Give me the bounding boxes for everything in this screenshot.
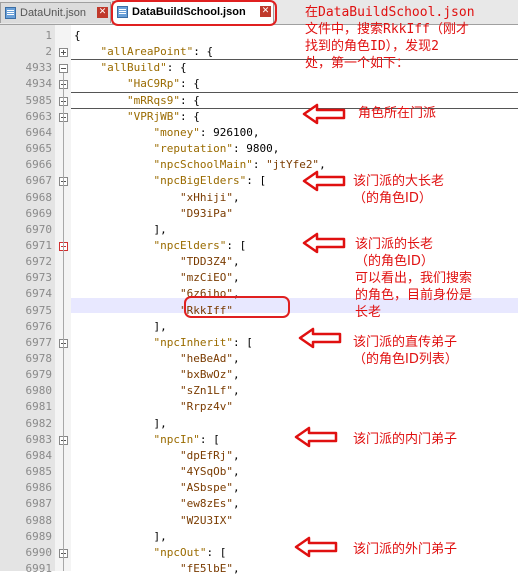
arrow-icon [298,327,342,349]
close-icon[interactable]: ✕ [97,7,108,18]
line-number: 6967 [25,174,53,187]
line-number: 1 [45,29,52,42]
line-number: 4934 [25,77,53,90]
line-number: 5985 [25,94,53,107]
fold-expand-icon[interactable] [59,48,68,57]
code-line: ], [74,223,167,236]
arrow-icon [302,103,346,125]
code-line: ], [74,320,167,333]
line-number: 6973 [25,271,53,284]
annotation-elders: 该门派的长老 （的角色ID） 可以看出，我们搜索 的角色，目前身份是 长老 [355,237,473,320]
line-number: 6975 [25,304,53,317]
tab-label: DataUnit.json [20,7,87,19]
code-line: "npcSchoolMain": "jtYfe2", [153,158,326,171]
line-number: 6989 [25,530,53,543]
line-number: 6969 [25,207,53,220]
line-number: 6980 [25,384,53,397]
line-number: 6963 [25,110,53,123]
line-number: 6990 [25,546,53,559]
code-line: "npcIn": [ [153,433,220,446]
code-line: "dpEfRj", [179,449,240,462]
line-number: 2 [45,45,52,58]
annotation-inherit: 该门派的直传弟子 （的角色ID列表） [353,335,458,367]
line-number: 6976 [25,320,53,333]
line-number: 6968 [25,191,53,204]
line-number: 6977 [25,336,53,349]
line-number: 6982 [25,417,53,430]
line-number: 6987 [25,497,53,510]
code-line: "mzCiEO", [179,271,240,284]
line-number: 6985 [25,465,53,478]
code-line: "Rrpz4v" [179,400,233,413]
code-line: "D93iPa" [179,207,233,220]
code-line: "npcElders": [ [153,239,247,252]
line-number: 6991 [25,562,53,575]
code-line: "npcOut": [ [153,546,227,559]
line-number: 6988 [25,514,53,527]
code-line: "fE5lbE", [179,562,240,575]
code-line: "TDD3Z4", [179,255,240,268]
tab-dataunit[interactable]: DataUnit.json ✕ [0,2,111,23]
code-line: "npcBigElders": [ [153,174,267,187]
code-line: "4YSqOb", [179,465,240,478]
code-line: "xHhiji", [179,191,240,204]
code-line: "mRRqs9": { [126,94,200,107]
code-line: "W2U3IX" [179,514,233,527]
arrow-icon [294,426,338,448]
code-line: "npcInherit": [ [153,336,253,349]
line-number: 6984 [25,449,53,462]
annotation-school: 角色所在门派 [358,106,437,121]
file-icon [5,7,16,19]
code-line: "sZn1Lf", [179,384,240,397]
line-number: 4933 [25,61,53,74]
code-line: "bxBwOz", [179,368,240,381]
fold-guide-line [63,73,64,571]
fold-separator [71,92,518,93]
code-line: "ASbspe", [179,481,240,494]
code-line: "reputation": 9800, [153,142,280,155]
annotation-inner: 该门派的内门弟子 [353,432,458,447]
arrow-icon [302,232,346,254]
line-number: 6972 [25,255,53,268]
annotation-big-elders: 该门派的大长老 （的角色ID） [353,174,445,206]
arrow-icon [302,170,346,192]
code-line: "HaC9Rp": { [126,77,200,90]
line-number: 6978 [25,352,53,365]
annotation-outer: 该门派的外门弟子 [353,542,458,557]
code-line: "ew8zEs", [179,497,240,510]
fold-separator [71,108,518,109]
arrow-icon [294,536,338,558]
fold-collapse-icon[interactable] [59,64,68,73]
code-line: "allAreaPoint": { [100,45,214,58]
code-line: { [74,29,81,42]
line-number: 6964 [25,126,53,139]
line-number: 6986 [25,481,53,494]
annotation-intro: 在DataBuildSchool.json 文件中，搜索RkkIff（刚才 找到… [305,5,475,71]
code-line: ], [74,417,167,430]
line-number: 6971 [25,239,53,252]
line-number: 6970 [25,223,53,236]
code-line: ], [74,530,167,543]
code-line: "money": 926100, [153,126,260,139]
line-number: 6974 [25,287,53,300]
code-line: "allBuild": { [100,61,187,74]
line-number: 6981 [25,400,53,413]
search-match-box [184,296,290,318]
code-line: "VPRjWB": { [126,110,200,123]
line-number: 6983 [25,433,53,446]
code-line: "heBeAd", [179,352,240,365]
line-number: 6966 [25,158,53,171]
tab-highlight-box [111,0,277,26]
line-number: 6979 [25,368,53,381]
line-number: 6965 [25,142,53,155]
